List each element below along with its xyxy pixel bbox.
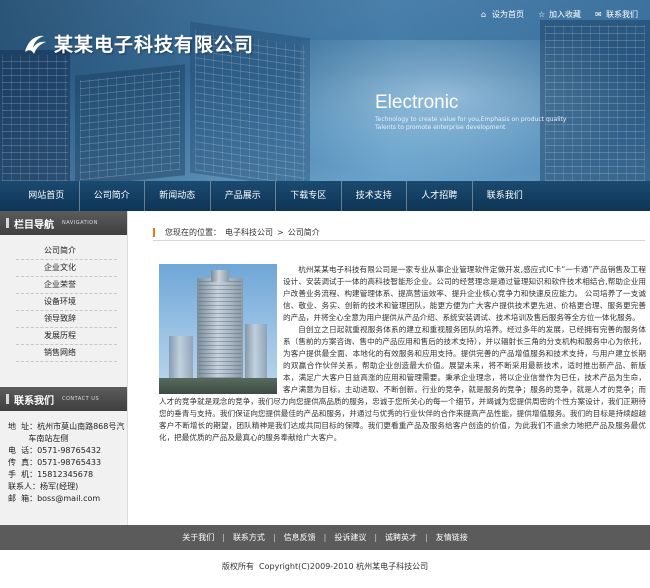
contact-mobile: 手 机：15812345678 (8, 470, 94, 479)
sidebar: 栏目导航 NAVIGATION 公司简介 企业文化 企业荣誉 设备环境 领导致辞… (0, 211, 128, 525)
star-icon: ☆ (538, 9, 546, 19)
banner-slogan: Electronic Technology to create value fo… (375, 92, 566, 132)
breadcrumb-marker (153, 227, 155, 237)
header-bar-icon (6, 394, 9, 404)
contact-fax: 传 真：0571-98765433 (8, 458, 102, 467)
sidebar-item-honors[interactable]: 企业荣誉 (16, 277, 117, 294)
footer-link-feedback[interactable]: 信息反馈 (276, 532, 324, 543)
set-homepage-link[interactable]: ⌂ 设为首页 (481, 9, 524, 20)
sidebar-item-leader-speech[interactable]: 领导致辞 (16, 311, 117, 328)
main-nav: 网站首页 公司简介 新闻动态 产品展示 下载专区 技术支持 人才招聘 联系我们 (0, 181, 650, 211)
contact-us-link[interactable]: ✉ 联系我们 (595, 9, 638, 20)
logo-icon (25, 35, 46, 54)
nav-support[interactable]: 技术支持 (342, 181, 407, 211)
footer-link-contact[interactable]: 联系方式 (225, 532, 273, 543)
contact-info: 地 址：杭州市莫山南路868号汽 车南站左侧 电 话：0571-98765432… (0, 411, 127, 505)
sidebar-contact-header: 联系我们 CONTACT US (0, 387, 127, 411)
contact-person: 联系人：杨军(经理) (8, 482, 79, 491)
sidebar-item-profile[interactable]: 公司简介 (16, 243, 117, 260)
header-banner: ⌂ 设为首页 ☆ 加入收藏 ✉ 联系我们 某某电子科技有限公司 Electronic … (0, 0, 650, 181)
add-favorite-link[interactable]: ☆ 加入收藏 (538, 9, 581, 20)
sidebar-item-history[interactable]: 发展历程 (16, 328, 117, 345)
nav-contact[interactable]: 联系我们 (473, 181, 538, 211)
nav-products[interactable]: 产品展示 (211, 181, 276, 211)
slogan-line-2: Talents to promote enterprise developmen… (375, 124, 506, 131)
footer-link-friends[interactable]: 友情链接 (428, 532, 476, 543)
contact-phone: 电 话：0571-98765432 (8, 446, 102, 455)
header-bar-icon (6, 218, 9, 228)
company-logo[interactable]: 某某电子科技有限公司 (22, 30, 254, 57)
sidebar-menu: 公司简介 企业文化 企业荣誉 设备环境 领导致辞 发展历程 销售网络 (0, 235, 127, 362)
slogan-line-1: Technology to create value for you,Empha… (375, 116, 567, 123)
contact-email[interactable]: 邮 箱：boss@mail.com (8, 493, 127, 505)
sidebar-item-culture[interactable]: 企业文化 (16, 260, 117, 277)
sidebar-item-sales-network[interactable]: 销售网络 (16, 345, 117, 362)
copyright: 版权所有 Copyright(C)2009-2010 杭州某电子科技公司 (221, 562, 429, 571)
footer-link-jobs[interactable]: 诚聘英才 (377, 532, 425, 543)
footer-links: 关于我们 | 联系方式 | 信息反馈 | 投诉建议 | 诚聘英才 | 友情链接 (0, 525, 650, 550)
footer-link-complaint[interactable]: 投诉建议 (326, 532, 374, 543)
breadcrumb-current: 公司简介 (287, 227, 320, 237)
nav-about[interactable]: 公司简介 (80, 181, 145, 211)
nav-home[interactable]: 网站首页 (14, 181, 80, 211)
nav-news[interactable]: 新闻动态 (145, 181, 211, 211)
home-icon: ⌂ (481, 9, 487, 19)
main-content: 您现在的位置： 电子科技公司 > 公司简介 杭州某某电子科技有限公司是一家专业从… (128, 211, 650, 525)
slogan-title: Electronic (375, 92, 459, 113)
sidebar-item-equipment[interactable]: 设备环境 (16, 294, 117, 311)
nav-jobs[interactable]: 人才招聘 (407, 181, 473, 211)
breadcrumb-root[interactable]: 电子科技公司 (225, 227, 273, 238)
nav-downloads[interactable]: 下载专区 (276, 181, 342, 211)
contact-address: 地 址：杭州市莫山南路868号汽 (8, 422, 125, 431)
company-name: 某某电子科技有限公司 (54, 34, 255, 56)
footer-link-about[interactable]: 关于我们 (174, 532, 222, 543)
breadcrumb: 您现在的位置： 电子科技公司 > 公司简介 (153, 224, 645, 241)
top-links: ⌂ 设为首页 ☆ 加入收藏 ✉ 联系我们 (481, 9, 638, 20)
contact-address-cont: 车南站左侧 (8, 434, 69, 443)
article-body: 杭州某某电子科技有限公司是一家专业从事企业管理软件定做开发,感应式IC卡“一卡通… (159, 264, 646, 444)
mail-icon: ✉ (595, 9, 602, 19)
sidebar-menu-header: 栏目导航 NAVIGATION (0, 211, 127, 235)
